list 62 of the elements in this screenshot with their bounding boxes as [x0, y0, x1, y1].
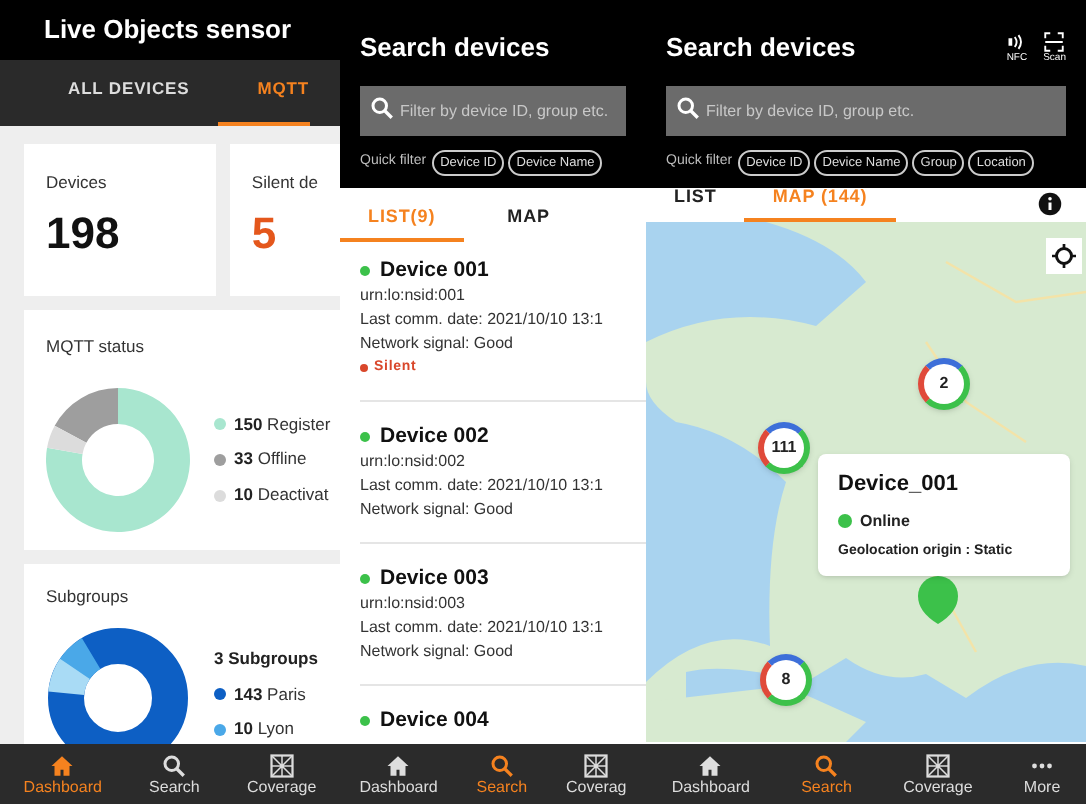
search-icon: [676, 95, 700, 119]
device-urn: urn:lo:nsid:002: [360, 450, 467, 475]
home-icon: [386, 753, 411, 777]
card-title: Subgroups: [46, 584, 131, 610]
nav-tab[interactable]: Coverage: [246, 753, 317, 795]
stat-value: 198: [46, 205, 122, 262]
search-field[interactable]: Filter by device ID, group etc.: [666, 85, 1066, 135]
screen-title: Live Objects sensor: [44, 12, 292, 49]
stat-label: Silent de: [251, 170, 318, 196]
network-signal: Network signal: Good: [360, 640, 515, 665]
checkered-square-icon: [269, 753, 294, 777]
search-icon: [489, 753, 514, 777]
status-label: Online: [860, 509, 910, 534]
device-name: Device_001: [838, 470, 960, 501]
device-urn: urn:lo:nsid:003: [360, 592, 467, 617]
nav-tab[interactable]: Dashboard: [23, 753, 102, 795]
device-name: Device 001: [380, 256, 489, 285]
stat-label: Devices: [46, 170, 109, 196]
nav-tab[interactable]: Coverage: [903, 753, 973, 795]
legend-label: 10 Deactivat: [234, 482, 329, 508]
stat-value: 5: [251, 205, 279, 262]
locate-button[interactable]: [1046, 238, 1082, 275]
nav-tab[interactable]: Search: [801, 753, 852, 795]
nav-tab[interactable]: Coverag: [566, 753, 627, 795]
search-icon: [162, 753, 187, 777]
nav-tab[interactable]: Dashboard: [359, 753, 438, 795]
last-comm-date: Last comm. date: 2021/10/10 13:1: [360, 474, 605, 499]
device-name: Device 002: [380, 422, 489, 451]
search-field[interactable]: Filter by device ID, group etc.: [360, 85, 626, 135]
last-comm-date: Last comm. date: 2021/10/10 13:1: [360, 616, 605, 641]
home-icon: [698, 753, 723, 777]
checkered-square-icon: [925, 753, 950, 777]
screen-title: Search devices: [360, 30, 550, 66]
card-title: MQTT status: [46, 334, 146, 360]
device-name: Device 004: [380, 706, 489, 735]
network-signal: Network signal: Good: [360, 332, 515, 357]
legend-label: 10 Lyon: [234, 716, 294, 742]
nav-tab[interactable]: Dashboard: [671, 753, 750, 795]
info-icon[interactable]: [1038, 192, 1062, 217]
legend-label: 143 Paris: [234, 681, 306, 707]
nav-tab[interactable]: More: [1023, 753, 1061, 795]
last-comm-date: Last comm. date: 2021/10/10 13:1: [360, 308, 605, 333]
tab[interactable]: MAP: [479, 191, 579, 243]
checkered-square-icon: [584, 753, 609, 777]
tab[interactable]: LIST: [646, 171, 745, 223]
nfc-icon: [1006, 31, 1027, 52]
tab[interactable]: MQTT: [217, 76, 310, 126]
device-urn: urn:lo:nsid:001: [360, 284, 467, 309]
device-name: Device 003: [380, 564, 489, 593]
search-icon: [370, 95, 394, 119]
legend-label: 150 Register: [234, 411, 331, 437]
tab[interactable]: ALL DEVICES: [68, 76, 190, 126]
screen-title: Search devices: [666, 30, 856, 66]
nav-tab[interactable]: Search: [149, 753, 200, 795]
scan-icon: [1044, 31, 1065, 52]
home-icon: [50, 753, 75, 777]
search-icon: [814, 753, 839, 777]
crosshair-icon: [1052, 244, 1076, 269]
legend-label: 33 Offline: [234, 446, 307, 473]
legend-title: 3 Subgroups: [214, 645, 318, 671]
nav-tab[interactable]: Search: [476, 753, 528, 795]
network-signal: Network signal: Good: [360, 498, 515, 523]
